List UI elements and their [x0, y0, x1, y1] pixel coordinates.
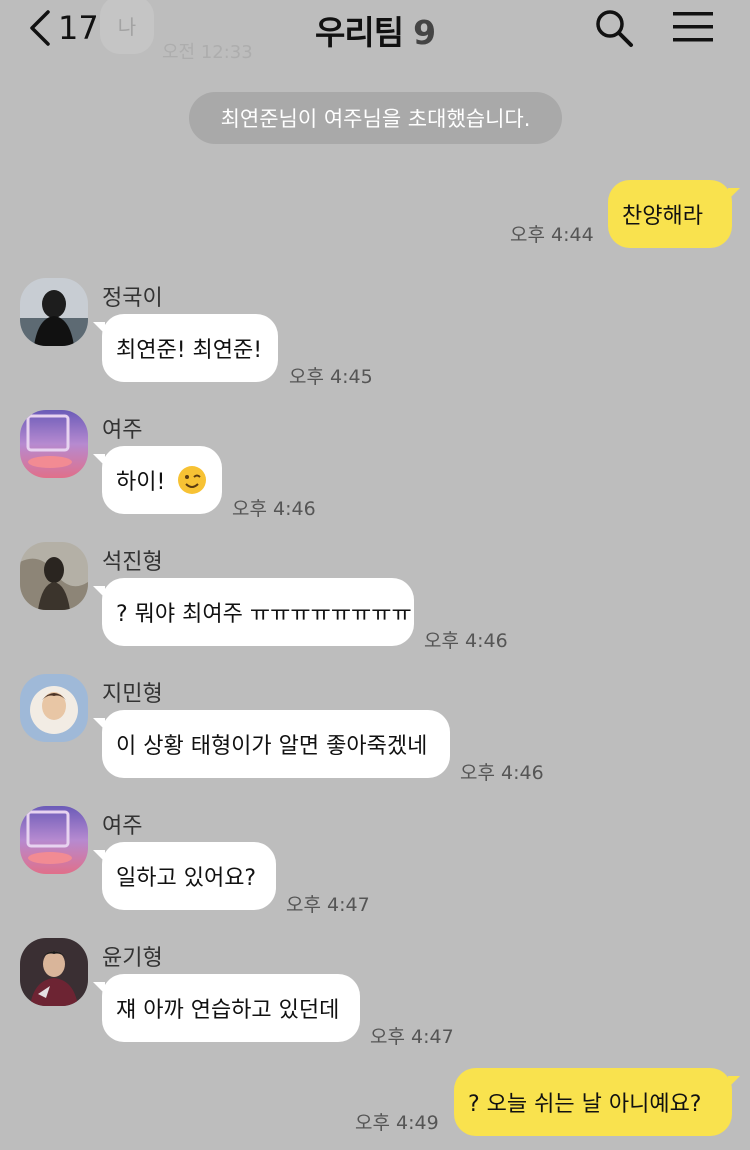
- yeoju-avatar[interactable]: [20, 410, 88, 478]
- message-text: 하이!: [116, 470, 166, 495]
- message-text: ? 뭐야 최여주 ㅠㅠㅠㅠㅠㅠㅠㅠ: [116, 602, 412, 627]
- chat-header: 나 오전 12:33 17 우리팀 9: [0, 0, 750, 63]
- yoongi-avatar[interactable]: [20, 938, 88, 1006]
- message-time: 오후 4:47: [370, 1026, 454, 1048]
- search-button[interactable]: [594, 8, 634, 52]
- message-text: ? 오늘 쉬는 날 아니예요?: [468, 1092, 702, 1117]
- my-message-bubble[interactable]: ? 오늘 쉬는 날 아니예요?: [454, 1068, 740, 1136]
- system-notice: 최연준님이 여주님을 초대했습니다.: [189, 92, 562, 144]
- message-bubble[interactable]: 일하고 있어요?: [93, 842, 276, 910]
- sender-name: 여주: [102, 814, 143, 839]
- message-text: 이 상황 태형이가 알면 좋아죽겠네: [116, 734, 428, 759]
- yeoju-avatar[interactable]: [20, 806, 88, 874]
- sender-name: 여주: [102, 418, 143, 443]
- message-bubble[interactable]: ? 뭐야 최여주 ㅠㅠㅠㅠㅠㅠㅠㅠ: [93, 578, 414, 646]
- message-time: 오후 4:44: [510, 224, 594, 246]
- message-bubble[interactable]: 쟤 아까 연습하고 있던데: [93, 974, 360, 1042]
- message-time: 오후 4:45: [289, 366, 373, 388]
- message-time: 오후 4:46: [424, 630, 508, 652]
- chat-room-name: 우리팀: [314, 13, 404, 52]
- search-icon: [594, 10, 634, 52]
- sender-name: 지민형: [102, 682, 163, 707]
- my-message-bubble[interactable]: 찬양해라: [608, 180, 740, 248]
- wink-emoji: [177, 465, 207, 495]
- chat-title: 우리팀 9: [0, 6, 750, 54]
- message-bubble[interactable]: 하이!: [93, 446, 222, 514]
- member-count: 9: [413, 13, 436, 52]
- message-bubble[interactable]: 이 상황 태형이가 알면 좋아죽겠네: [93, 710, 450, 778]
- sender-name: 윤기형: [102, 946, 163, 971]
- message-time: 오후 4:47: [286, 894, 370, 916]
- message-text: 일하고 있어요?: [116, 866, 257, 891]
- sender-name: 정국이: [102, 286, 163, 311]
- jungkook-avatar[interactable]: [20, 278, 88, 346]
- seokjin-avatar[interactable]: [20, 542, 88, 610]
- message-time: 오후 4:46: [232, 498, 316, 520]
- message-time: 오후 4:46: [460, 762, 544, 784]
- sender-name: 석진형: [102, 550, 163, 575]
- message-time: 오후 4:49: [355, 1112, 439, 1134]
- message-text: 찬양해라: [622, 204, 703, 229]
- message-text: 최연준! 최연준!: [116, 338, 263, 363]
- message-bubble[interactable]: 최연준! 최연준!: [93, 314, 278, 382]
- menu-icon: [672, 12, 714, 48]
- message-text: 쟤 아까 연습하고 있던데: [116, 998, 340, 1023]
- jimin-avatar[interactable]: [20, 674, 88, 742]
- menu-button[interactable]: [672, 10, 714, 48]
